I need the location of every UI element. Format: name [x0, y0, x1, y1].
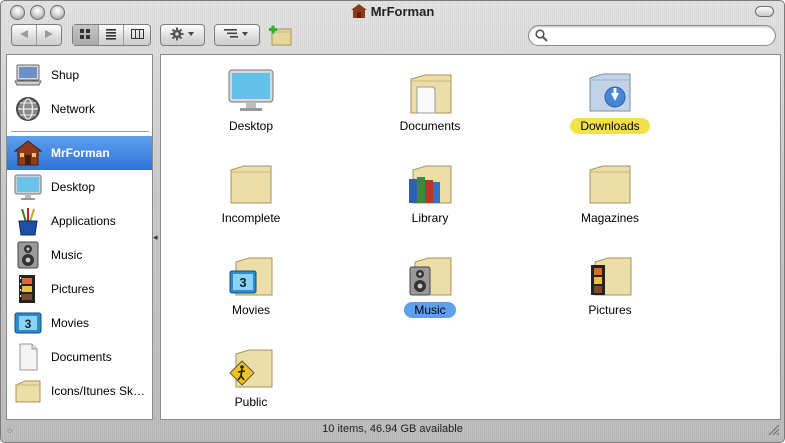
applications-icon: [12, 205, 44, 237]
arrange-icon: [223, 28, 251, 43]
pictures-folder-icon: [584, 249, 636, 299]
sidebar-item-label: Movies: [51, 316, 90, 330]
sidebar-item-label: Icons/Itunes Sk…: [51, 384, 146, 398]
file-icon-view: Desktop Documents Downloads Incomplete L…: [160, 54, 781, 420]
svg-text:3: 3: [239, 275, 246, 290]
sidebar-item-music[interactable]: Music: [7, 238, 152, 272]
file-item-pictures[interactable]: Pictures: [525, 249, 695, 329]
new-folder-button[interactable]: [267, 24, 293, 48]
sidebar-splitter[interactable]: ◂: [153, 54, 159, 420]
arrange-menu-button[interactable]: [214, 24, 260, 46]
sidebar-item-label: Music: [51, 248, 83, 262]
file-item-documents[interactable]: Documents: [345, 65, 515, 145]
downloads-folder-icon: [584, 65, 636, 115]
svg-text:3: 3: [25, 317, 32, 331]
status-bar: ⁘ 10 items, 46.94 GB available: [1, 419, 784, 442]
sidebar-item-label: Desktop: [51, 180, 96, 194]
file-item-music[interactable]: Music: [345, 249, 515, 329]
view-switcher: [72, 24, 151, 46]
sidebar-item-documents[interactable]: Documents: [7, 340, 152, 374]
file-item-public[interactable]: Public: [166, 341, 336, 421]
forward-button[interactable]: [37, 25, 61, 45]
column-view-icon: [130, 28, 144, 43]
file-item-label: Downloads: [570, 118, 650, 134]
icon-view-button[interactable]: [73, 25, 99, 45]
sidebar-item-label: Applications: [51, 214, 116, 228]
file-item-magazines[interactable]: Magazines: [525, 157, 695, 237]
file-item-downloads[interactable]: Downloads: [525, 65, 695, 145]
sidebar-item-label: MrForman: [51, 146, 110, 160]
gear-icon: [170, 27, 196, 44]
public-folder-icon: [225, 341, 277, 391]
home-icon: [350, 4, 367, 21]
library-folder-icon: [404, 157, 456, 207]
laptop-icon: [12, 59, 44, 91]
action-menu-button[interactable]: [160, 24, 205, 46]
file-item-label: Music: [404, 302, 456, 318]
window-title-text: MrForman: [370, 4, 435, 19]
window-resize-icon[interactable]: [768, 424, 780, 439]
file-item-label: Pictures: [588, 303, 632, 317]
sidebar-divider: [11, 131, 149, 133]
file-item-label: Public: [234, 395, 268, 409]
sidebar: Shup Network MrForman Desktop Applicatio…: [6, 54, 153, 420]
file-item-label: Magazines: [580, 211, 640, 225]
folder-icon: [12, 375, 44, 407]
title-toolbar: MrForman: [1, 1, 784, 53]
file-item-label: Documents: [399, 119, 461, 133]
sidebar-item-applications[interactable]: Applications: [7, 204, 152, 238]
file-item-label: Movies: [231, 303, 270, 317]
splitter-grip-icon: ◂: [153, 232, 158, 242]
sidebar-item-mrforman[interactable]: MrForman: [7, 136, 152, 170]
search-field[interactable]: [528, 25, 776, 46]
finder-window: MrForman Shup Network MrForman Desktop A…: [0, 0, 785, 443]
sidebar-item-network[interactable]: Network: [7, 92, 152, 126]
sidebar-item-label: Pictures: [51, 282, 95, 296]
network-globe-icon: [12, 93, 44, 125]
music-folder-icon: [404, 249, 456, 299]
search-icon: [535, 29, 548, 45]
music-folder-icon: [12, 239, 44, 271]
home-icon: [12, 137, 44, 169]
back-arrow-icon: [19, 28, 29, 42]
sidebar-item-shup[interactable]: Shup: [7, 58, 152, 92]
list-view-icon: [105, 28, 117, 43]
folder-icon: [225, 157, 277, 207]
desktop-icon: [225, 65, 277, 115]
new-folder-icon: [267, 25, 293, 51]
file-item-incomplete[interactable]: Incomplete: [166, 157, 336, 237]
file-item-label: Incomplete: [221, 211, 281, 225]
file-item-label: Desktop: [228, 119, 274, 133]
sidebar-item-pictures[interactable]: Pictures: [7, 272, 152, 306]
sidebar-item-icons-itunes[interactable]: Icons/Itunes Sk…: [7, 374, 152, 408]
sidebar-item-movies[interactable]: 3 Movies: [7, 306, 152, 340]
sidebar-item-label: Network: [51, 102, 96, 116]
desktop-icon: [12, 171, 44, 203]
status-text: 10 items, 46.94 GB available: [322, 423, 463, 435]
sidebar-item-desktop[interactable]: Desktop: [7, 170, 152, 204]
search-input[interactable]: [551, 28, 766, 43]
file-item-library[interactable]: Library: [345, 157, 515, 237]
movies-folder-icon: 3: [12, 307, 44, 339]
documents-folder-icon: [404, 65, 456, 115]
sidebar-item-label: Shup: [51, 68, 80, 82]
window-title: MrForman: [1, 4, 784, 21]
icon-view-icon: [79, 28, 91, 43]
back-forward-control: [11, 24, 62, 46]
sidebar-item-label: Documents: [51, 350, 112, 364]
file-item-label: Library: [411, 211, 449, 225]
folder-icon: [584, 157, 636, 207]
documents-icon: [12, 341, 44, 373]
column-view-button[interactable]: [124, 25, 150, 45]
file-item-desktop[interactable]: Desktop: [166, 65, 336, 145]
movies-folder-icon: 3: [225, 249, 277, 299]
pictures-folder-icon: [12, 273, 44, 305]
toolbar-toggle-button[interactable]: [755, 6, 774, 17]
file-item-movies[interactable]: 3 Movies: [166, 249, 336, 329]
back-button[interactable]: [12, 25, 37, 45]
forward-arrow-icon: [44, 28, 54, 42]
list-view-button[interactable]: [99, 25, 125, 45]
